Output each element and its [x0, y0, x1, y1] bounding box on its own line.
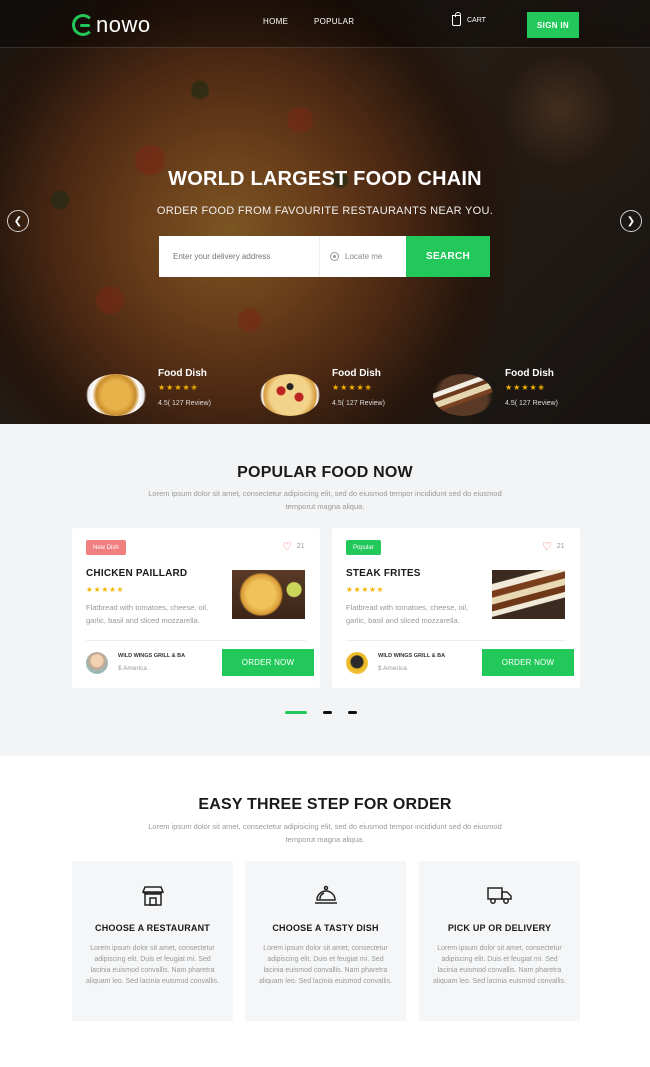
step-title: PICK UP OR DELIVERY [447, 923, 552, 933]
chevron-right-icon: ❯ [626, 215, 636, 227]
step-text: Lorem ipsum dolor sit amet, consectetur … [258, 945, 393, 985]
order-now-button[interactable]: ORDER NOW [222, 649, 314, 676]
restaurant-location: $ America [378, 665, 407, 672]
logo-text: nowo [96, 12, 151, 37]
logo-mark-icon [72, 14, 94, 36]
food-description: Flatbread with tomatoes, cheese, oil, ga… [86, 603, 209, 625]
star-rating-icon: ★★★★✬ [505, 383, 546, 392]
step-title: CHOOSE A TASTY DISH [272, 923, 379, 933]
food-title: CHICKEN PAILLARD [86, 568, 188, 579]
avatar [346, 652, 368, 674]
search-button[interactable]: SEARCH [406, 236, 490, 277]
steps-section-description: Lorem ipsum dolor sit amet, consectetur … [148, 822, 502, 844]
carousel-dot[interactable] [348, 711, 357, 714]
cart-link[interactable]: CART [452, 12, 486, 26]
star-rating-icon: ★★★★✬ [158, 383, 199, 392]
restaurant-location: $ America [118, 665, 147, 672]
location-label: America [123, 665, 147, 672]
dollar-icon: $ [118, 665, 122, 672]
dish-review: 4.5( 127 Review) [505, 400, 558, 407]
hero-subtitle: ORDER FOOD FROM FAVOURITE RESTAURANTS NE… [156, 205, 494, 217]
popular-food-section: POPULAR FOOD NOW Lorem ipsum dolor sit a… [0, 424, 650, 756]
restaurant-name[interactable]: WILD WINGS GRILL & BA [378, 653, 445, 659]
nav-link-home[interactable]: HOME [263, 17, 288, 26]
food-image [492, 570, 565, 619]
location-label: America [383, 665, 407, 672]
carousel-dot[interactable] [323, 711, 332, 714]
store-icon [72, 885, 233, 907]
step-card: PICK UP OR DELIVERY Lorem ipsum dolor si… [419, 861, 580, 1021]
order-steps-section: EASY THREE STEP FOR ORDER Lorem ipsum do… [0, 756, 650, 1067]
cart-label: CART [467, 17, 486, 24]
nav-link-popular[interactable]: POPULAR [314, 17, 354, 26]
step-card: CHOOSE A TASTY DISH Lorem ipsum dolor si… [245, 861, 406, 1021]
dish-name: Food Dish [158, 368, 207, 379]
dish-name: Food Dish [505, 368, 554, 379]
hero-title: WORLD LARGEST FOOD CHAIN [168, 168, 482, 190]
shopping-bag-icon [452, 12, 461, 26]
carousel-dots [285, 711, 357, 714]
dish-image [433, 374, 493, 416]
order-now-button[interactable]: ORDER NOW [482, 649, 574, 676]
dish-review: 4.5( 127 Review) [158, 400, 211, 407]
divider [86, 640, 306, 641]
chevron-left-icon: ❮ [13, 215, 23, 227]
locate-me-label: Locate me [345, 252, 383, 261]
search-bar: Locate me SEARCH [159, 236, 490, 277]
steps-section-title: EASY THREE STEP FOR ORDER [198, 796, 452, 813]
like-count: 21 [556, 543, 565, 550]
crosshair-icon [330, 252, 339, 261]
food-description: Flatbread with tomatoes, cheese, oil, ga… [346, 603, 469, 625]
heart-icon: ♡ [282, 541, 292, 553]
slider-next-button[interactable]: ❯ [620, 210, 642, 232]
carousel-dot-active[interactable] [285, 711, 307, 714]
popular-badge: Popular [346, 540, 381, 555]
heart-icon: ♡ [542, 541, 552, 553]
popular-section-title: POPULAR FOOD NOW [237, 464, 413, 481]
locate-me-button[interactable]: Locate me [320, 236, 406, 277]
hero-content: WORLD LARGEST FOOD CHAIN ORDER FOOD FROM… [0, 0, 650, 424]
logo[interactable]: nowo [72, 12, 151, 38]
food-image [232, 570, 305, 619]
popular-section-description: Lorem ipsum dolor sit amet, consectetur … [148, 489, 502, 511]
dish-cloche-icon [245, 885, 406, 907]
delivery-address-input[interactable] [159, 236, 320, 277]
sign-in-button[interactable]: SIGN IN [527, 12, 579, 38]
step-card: CHOOSE A RESTAURANT Lorem ipsum dolor si… [72, 861, 233, 1021]
dish-name: Food Dish [332, 368, 381, 379]
like-button[interactable]: ♡ 21 [282, 540, 305, 553]
restaurant-name[interactable]: WILD WINGS GRILL & BA [118, 653, 185, 659]
divider [346, 640, 566, 641]
food-title: STEAK FRITES [346, 568, 421, 579]
step-text: Lorem ipsum dolor sit amet, consectetur … [432, 945, 567, 985]
star-rating-icon: ★★★★✬ [332, 383, 373, 392]
step-text: Lorem ipsum dolor sit amet, consectetur … [85, 945, 220, 985]
slider-prev-button[interactable]: ❮ [7, 210, 29, 232]
like-count: 21 [296, 543, 305, 550]
star-rating-icon: ★★★★✬ [346, 585, 385, 594]
new-dish-badge: New Dish [86, 540, 126, 555]
star-rating-icon: ★★★★✬ [86, 585, 125, 594]
dish-review: 4.5( 127 Review) [332, 400, 385, 407]
delivery-truck-icon [419, 885, 580, 905]
food-card: Popular ♡ 21 STEAK FRITES ★★★★✬ Flatbrea… [332, 528, 580, 688]
like-button[interactable]: ♡ 21 [542, 540, 565, 553]
featured-dishes: Food Dish ★★★★✬ 4.5( 127 Review) Food Di… [0, 368, 650, 418]
step-title: CHOOSE A RESTAURANT [95, 923, 210, 933]
dollar-icon: $ [378, 665, 382, 672]
food-card: New Dish ♡ 21 CHICKEN PAILLARD ★★★★✬ Fla… [72, 528, 320, 688]
avatar [86, 652, 108, 674]
dish-image [86, 374, 146, 416]
dish-image [260, 374, 320, 416]
top-navbar: nowo HOME POPULAR CART SIGN IN [0, 0, 650, 48]
